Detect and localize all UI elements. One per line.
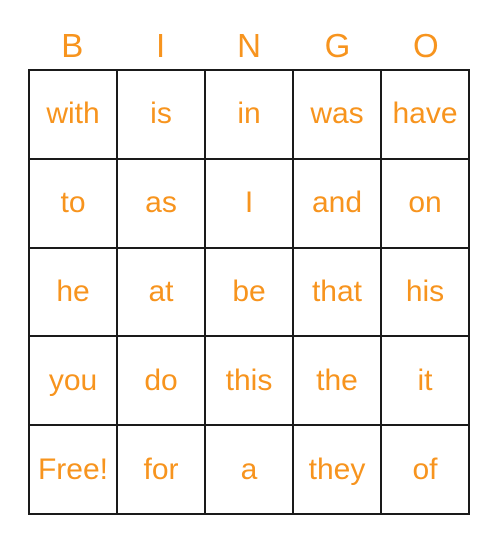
bingo-cell-label: it (417, 363, 433, 397)
bingo-cell-label: they (308, 452, 366, 486)
bingo-cell-label: at (148, 274, 174, 308)
bingo-cell-o4[interactable]: it (382, 337, 470, 427)
bingo-cell-label: with (46, 97, 100, 131)
bingo-cell-g4[interactable]: the (294, 337, 382, 427)
bingo-header-letter-n: N (237, 26, 261, 64)
bingo-header-letter-i: I (156, 26, 166, 64)
bingo-cell-n4[interactable]: this (206, 337, 294, 427)
bingo-cell-g1[interactable]: was (294, 71, 382, 160)
bingo-cell-o2[interactable]: on (382, 159, 470, 249)
bingo-cell-i4[interactable]: do (118, 337, 206, 427)
bingo-cell-label: on (408, 186, 442, 220)
bingo-header-letter-o: O (412, 26, 439, 64)
bingo-cell-label: you (48, 363, 98, 397)
bingo-cell-label: I (244, 186, 254, 220)
bingo-cell-n3[interactable]: be (206, 248, 294, 338)
bingo-row: with is in was have (30, 71, 470, 160)
bingo-cell-b3[interactable]: he (30, 248, 118, 338)
bingo-cell-label: the (316, 363, 358, 397)
bingo-grid: with is in was have to as I and on he at… (28, 69, 470, 515)
bingo-cell-n5[interactable]: a (206, 426, 294, 515)
bingo-card: B I N G O with is in was have to as I an… (0, 0, 501, 544)
bingo-cell-n1[interactable]: in (206, 71, 294, 160)
bingo-cell-label: of (412, 452, 438, 486)
bingo-cell-label: and (311, 186, 363, 220)
bingo-cell-o5[interactable]: of (382, 426, 470, 515)
bingo-cell-label: as (145, 186, 177, 220)
bingo-cell-b2[interactable]: to (30, 159, 118, 249)
bingo-cell-label: that (311, 274, 363, 308)
bingo-row: he at be that his (30, 248, 470, 338)
bingo-header-row: B I N G O (28, 26, 470, 64)
bingo-cell-free-space[interactable]: Free! (30, 426, 118, 515)
bingo-cell-i1[interactable]: is (118, 71, 206, 160)
bingo-cell-label: a (240, 452, 258, 486)
bingo-cell-i5[interactable]: for (118, 426, 206, 515)
bingo-cell-label: this (225, 363, 273, 397)
bingo-cell-o1[interactable]: have (382, 71, 470, 160)
bingo-cell-b1[interactable]: with (30, 71, 118, 160)
bingo-cell-label: he (56, 274, 90, 308)
bingo-cell-label: to (60, 186, 86, 220)
bingo-cell-n2[interactable]: I (206, 159, 294, 249)
bingo-cell-i2[interactable]: as (118, 159, 206, 249)
bingo-cell-i3[interactable]: at (118, 248, 206, 338)
bingo-cell-label: have (392, 97, 458, 131)
bingo-cell-label: his (405, 274, 445, 308)
bingo-cell-g2[interactable]: and (294, 159, 382, 249)
bingo-header-letter-g: G (324, 26, 351, 64)
bingo-cell-label: be (232, 274, 266, 308)
bingo-cell-o3[interactable]: his (382, 248, 470, 338)
bingo-cell-label: for (143, 452, 179, 486)
bingo-cell-label: is (150, 97, 172, 131)
bingo-cell-g5[interactable]: they (294, 426, 382, 515)
bingo-row: Free! for a they of (30, 426, 470, 515)
bingo-header-letter-b: B (61, 26, 84, 64)
bingo-row: to as I and on (30, 159, 470, 249)
bingo-cell-g3[interactable]: that (294, 248, 382, 338)
bingo-cell-label: in (237, 97, 261, 131)
bingo-cell-label: do (144, 363, 178, 397)
bingo-row: you do this the it (30, 337, 470, 427)
bingo-cell-label: was (310, 97, 364, 131)
bingo-cell-label: Free! (37, 452, 109, 486)
bingo-cell-b4[interactable]: you (30, 337, 118, 427)
